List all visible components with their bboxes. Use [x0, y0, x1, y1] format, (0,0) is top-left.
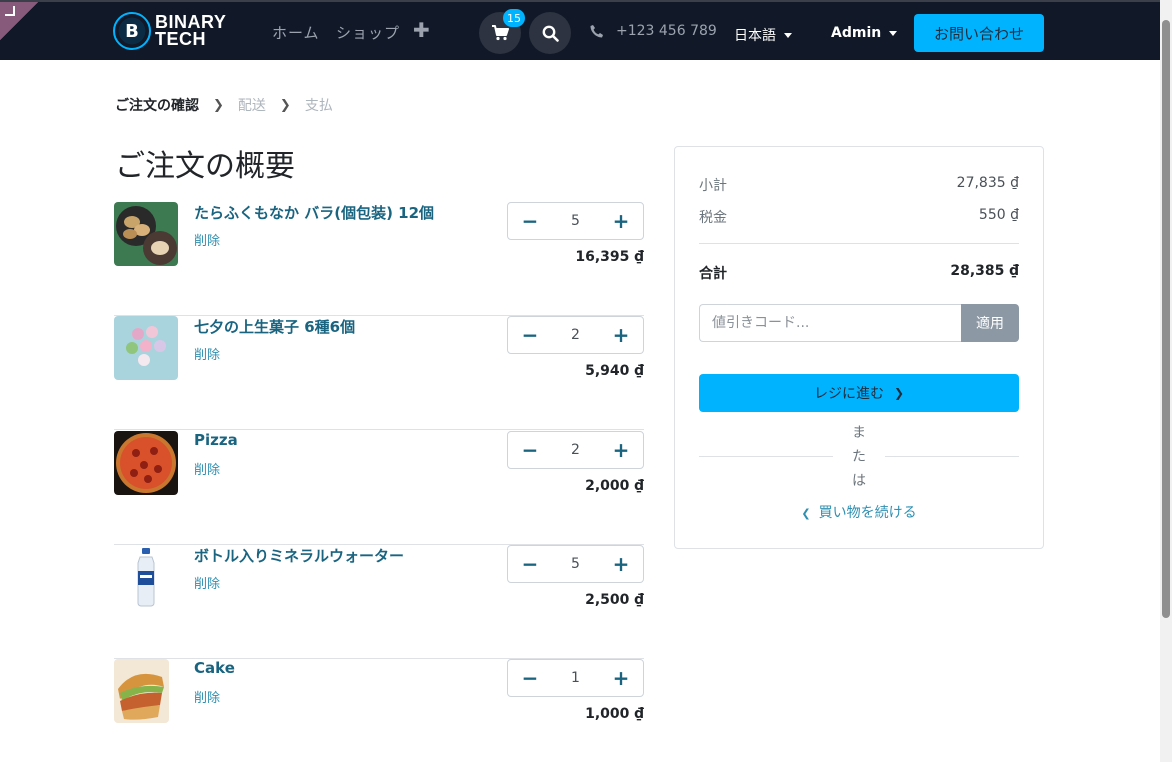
- minus-icon[interactable]: −: [508, 660, 552, 696]
- product-name-link[interactable]: Cake: [194, 659, 235, 677]
- chevron-right-icon: ❯: [893, 386, 905, 400]
- quantity-input[interactable]: 1: [552, 670, 599, 686]
- quantity-input[interactable]: 2: [552, 442, 599, 458]
- total-row: 合計 28,385 ₫: [699, 263, 1019, 283]
- product-name-link[interactable]: たらふくもなか バラ(個包装) 12個: [194, 202, 434, 223]
- continue-shopping-link[interactable]: ❮ 買い物を続ける: [675, 502, 1043, 522]
- subtotal-value: 27,835 ₫: [956, 175, 1019, 191]
- product-image[interactable]: [114, 431, 178, 495]
- scrollbar-thumb[interactable]: [1162, 20, 1170, 618]
- logo-badge-icon: B: [113, 12, 151, 50]
- tax-label: 税金: [699, 210, 727, 226]
- product-name-link[interactable]: 七夕の上生菓子 6種6個: [194, 316, 355, 337]
- product-name-link[interactable]: Pizza: [194, 431, 238, 449]
- remove-line-link[interactable]: 削除: [194, 344, 220, 363]
- promo-code-input[interactable]: [699, 304, 961, 342]
- order-summary-card: 小計 27,835 ₫ 税金 550 ₫ 合計 28,385 ₫ 適用 レジに進…: [674, 146, 1044, 549]
- quantity-stepper: − 5 +: [507, 545, 644, 583]
- total-value: 28,385 ₫: [950, 263, 1019, 279]
- line-price: 2,000 ₫: [585, 478, 644, 494]
- product-image[interactable]: [114, 202, 178, 266]
- remove-line-link[interactable]: 削除: [194, 573, 220, 592]
- cart-line: Cake 削除 − 1 + 1,000 ₫: [114, 659, 644, 762]
- quantity-stepper: − 1 +: [507, 659, 644, 697]
- plus-icon[interactable]: ✚: [413, 18, 430, 42]
- or-label: または: [852, 425, 866, 489]
- cart-line: たらふくもなか バラ(個包装) 12個 削除 − 5 + 16,395 ₫: [114, 202, 644, 316]
- chevron-right-icon: ❯: [213, 97, 224, 113]
- phone-icon: [590, 25, 603, 38]
- plus-icon[interactable]: +: [599, 546, 643, 582]
- chevron-left-icon: ❮: [801, 507, 811, 520]
- quantity-input[interactable]: 5: [552, 213, 599, 229]
- product-image[interactable]: [114, 659, 169, 723]
- subtotal-label: 小計: [699, 178, 727, 194]
- top-navbar: B BINARY TECH ホーム ショップ ✚ 15 +123 456 789…: [0, 0, 1160, 60]
- product-name-link[interactable]: ボトル入りミネラルウォーター: [194, 545, 404, 566]
- proceed-to-checkout-button[interactable]: レジに進む ❯: [699, 374, 1019, 412]
- cart-line: ボトル入りミネラルウォーター 削除 − 5 + 2,500 ₫: [114, 545, 644, 659]
- remove-line-link[interactable]: 削除: [194, 687, 220, 706]
- tax-row: 税金 550 ₫: [699, 207, 1019, 227]
- line-price: 1,000 ₫: [585, 706, 644, 722]
- plus-icon[interactable]: +: [599, 432, 643, 468]
- checkout-breadcrumb: ご注文の確認 ❯ 配送 ❯ 支払: [115, 95, 333, 115]
- breadcrumb-payment: 支払: [304, 98, 333, 114]
- tax-value: 550 ₫: [978, 207, 1019, 223]
- quantity-input[interactable]: 2: [552, 327, 599, 343]
- subtotal-row: 小計 27,835 ₫: [699, 175, 1019, 195]
- search-icon: [542, 25, 559, 42]
- search-button[interactable]: [529, 12, 571, 54]
- product-image[interactable]: [114, 316, 178, 380]
- quantity-stepper: − 2 +: [507, 316, 644, 354]
- logo-text-line2: TECH: [155, 29, 206, 49]
- chevron-right-icon: ❯: [279, 97, 291, 113]
- language-label: 日本語: [734, 28, 776, 44]
- cart-icon: [492, 25, 509, 41]
- line-price: 2,500 ₫: [585, 592, 644, 608]
- minus-icon[interactable]: −: [508, 317, 552, 353]
- user-menu[interactable]: Admin: [831, 25, 898, 41]
- plus-icon[interactable]: +: [599, 203, 643, 239]
- plus-icon[interactable]: +: [599, 660, 643, 696]
- line-price: 16,395 ₫: [575, 249, 644, 265]
- nav-shop-link[interactable]: ショップ: [336, 22, 400, 43]
- minus-icon[interactable]: −: [508, 203, 552, 239]
- quantity-input[interactable]: 5: [552, 556, 599, 572]
- product-image[interactable]: [114, 545, 178, 609]
- phone-contact[interactable]: +123 456 789: [590, 23, 717, 39]
- edit-mode-flag[interactable]: [0, 2, 38, 40]
- cart-count-badge: 15: [503, 9, 525, 27]
- minus-icon[interactable]: −: [508, 546, 552, 582]
- minus-icon[interactable]: −: [508, 432, 552, 468]
- or-separator: または: [699, 421, 1019, 489]
- quantity-stepper: − 2 +: [507, 431, 644, 469]
- caret-down-icon: [889, 30, 898, 36]
- quantity-stepper: − 5 +: [507, 202, 644, 240]
- breadcrumb-shipping: 配送: [237, 98, 266, 114]
- plus-icon[interactable]: +: [599, 317, 643, 353]
- total-label: 合計: [699, 266, 727, 282]
- remove-line-link[interactable]: 削除: [194, 459, 220, 478]
- cart-line: 七夕の上生菓子 6種6個 削除 − 2 + 5,940 ₫: [114, 316, 644, 430]
- user-name: Admin: [831, 25, 882, 41]
- page-scrollbar[interactable]: [1160, 0, 1172, 762]
- summary-divider: [699, 243, 1019, 244]
- nav-home-link[interactable]: ホーム: [272, 22, 320, 43]
- caret-down-icon: [784, 32, 792, 38]
- continue-label: 買い物を続ける: [818, 505, 917, 521]
- apply-promo-button[interactable]: 適用: [961, 304, 1019, 342]
- page-title: ご注文の概要: [115, 149, 295, 184]
- contact-us-button[interactable]: お問い合わせ: [914, 14, 1044, 52]
- cart-line: Pizza 削除 − 2 + 2,000 ₫: [114, 431, 644, 545]
- brand-logo[interactable]: B BINARY TECH: [113, 11, 226, 51]
- promo-code-form: 適用: [699, 304, 1019, 342]
- phone-number: +123 456 789: [616, 23, 717, 39]
- language-selector[interactable]: 日本語: [734, 25, 792, 45]
- checkout-label: レジに進む: [813, 386, 884, 402]
- breadcrumb-review[interactable]: ご注文の確認: [115, 95, 199, 115]
- line-price: 5,940 ₫: [585, 363, 644, 379]
- remove-line-link[interactable]: 削除: [194, 230, 220, 249]
